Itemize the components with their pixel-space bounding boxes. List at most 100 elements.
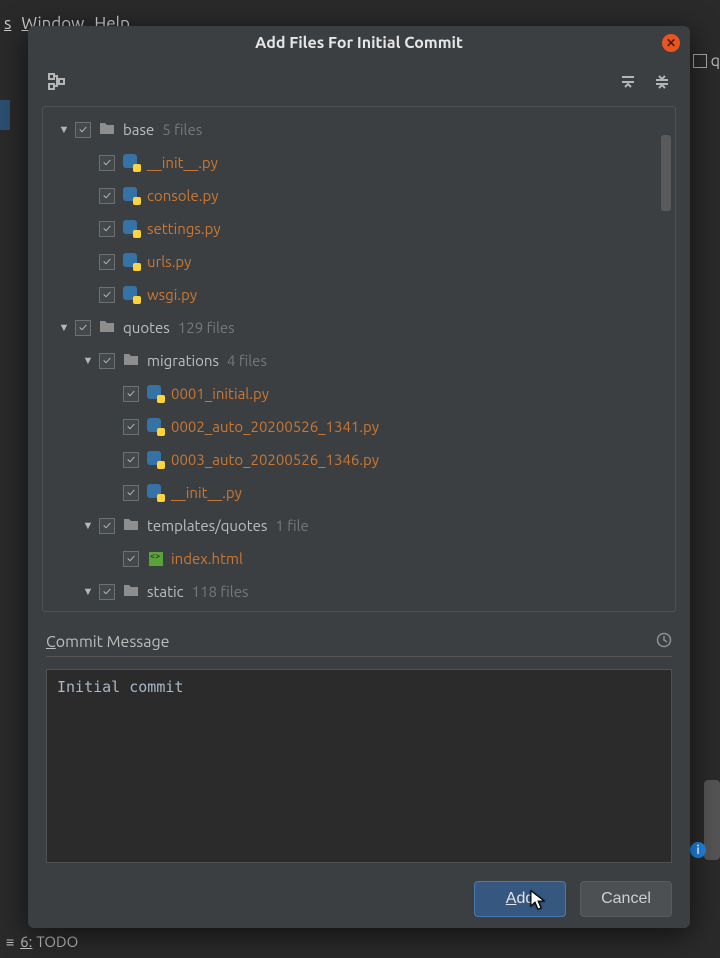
tree-item-label: wsgi.py [147, 286, 197, 303]
checkbox[interactable]: ✓ [75, 122, 91, 138]
tree-row[interactable]: ✓ console.py [43, 179, 675, 212]
tree-item-meta: 4 files [227, 352, 267, 369]
dialog-title-bar: Add Files For Initial Commit ✕ [28, 26, 690, 60]
html-file-icon [147, 550, 165, 568]
tree-item-label: static [147, 583, 184, 600]
tree-item-meta: 1 file [275, 517, 308, 534]
tree-row[interactable]: ▼ ✓ base 5 files [43, 113, 675, 146]
tree-item-label: urls.py [147, 253, 191, 270]
commit-message-input[interactable] [46, 669, 672, 863]
folder-icon [123, 352, 141, 369]
tree-item-label: console.py [147, 187, 218, 204]
checkbox[interactable]: ✓ [99, 155, 115, 171]
checkbox[interactable]: ✓ [99, 221, 115, 237]
dialog-button-row: Add Cancel [28, 863, 690, 917]
python-file-icon [147, 484, 165, 502]
python-file-icon [123, 154, 141, 172]
tree-row[interactable]: ▼ ✓ migrations 4 files [43, 344, 675, 377]
python-file-icon [147, 451, 165, 469]
add-button-mnemonic: A [506, 890, 517, 907]
tree-row[interactable]: ▼ ✓ templates/quotes 1 file [43, 509, 675, 542]
tree-item-label: 0003_auto_20200526_1346.py [171, 451, 379, 468]
close-icon: ✕ [666, 36, 676, 50]
add-button[interactable]: Add [474, 881, 566, 917]
tree-item-meta: 129 files [178, 319, 235, 336]
list-icon: ≡ [6, 934, 14, 950]
python-file-icon [123, 253, 141, 271]
checkbox[interactable]: ✓ [99, 584, 115, 600]
chevron-down-icon[interactable]: ▼ [57, 124, 71, 136]
folder-icon [99, 121, 117, 138]
square-icon [693, 54, 707, 68]
tree-row[interactable]: ▼✓static118 files [43, 575, 675, 608]
tree-row[interactable]: ▼ ✓ quotes 129 files [43, 311, 675, 344]
chevron-down-icon[interactable]: ▼ [81, 586, 95, 598]
group-by-directory-button[interactable] [48, 73, 66, 94]
commit-message-label-row: Commit Message [46, 632, 672, 657]
file-tree[interactable]: ▼ ✓ base 5 files ✓ __init__.py ✓ console.py ✓ set… [43, 107, 675, 612]
history-icon[interactable] [656, 632, 672, 652]
tree-row[interactable]: ✓ 0003_auto_20200526_1346.py [43, 443, 675, 476]
tree-row[interactable]: ✓ wsgi.py [43, 278, 675, 311]
python-file-icon [147, 418, 165, 436]
tree-item-label: 0002_auto_20200526_1341.py [171, 418, 379, 435]
tree-item-label: __init__.py [171, 484, 242, 501]
checkbox[interactable]: ✓ [99, 353, 115, 369]
collapse-icon [654, 74, 670, 90]
tree-row[interactable]: ✓ settings.py [43, 212, 675, 245]
tree-item-label: settings.py [147, 220, 221, 237]
checkbox[interactable]: ✓ [123, 485, 139, 501]
tree-item-label: migrations [147, 352, 219, 369]
folder-icon [99, 319, 117, 336]
checkbox[interactable]: ✓ [99, 287, 115, 303]
chevron-down-icon[interactable]: ▼ [81, 355, 95, 367]
collapse-all-button[interactable] [654, 74, 670, 93]
checkbox[interactable]: ✓ [123, 386, 139, 402]
file-tree-pane: ▼ ✓ base 5 files ✓ __init__.py ✓ console.py ✓ set… [42, 106, 676, 612]
checkbox[interactable]: ✓ [123, 551, 139, 567]
tree-item-label: templates/quotes [147, 517, 267, 534]
chevron-down-icon[interactable]: ▼ [57, 322, 71, 334]
tree-item-label: index.html [171, 550, 243, 567]
expand-icon [620, 74, 636, 90]
info-icon: i [690, 842, 706, 858]
tree-row[interactable]: ✓ urls.py [43, 245, 675, 278]
expand-all-button[interactable] [620, 74, 636, 93]
tree-item-label: base [123, 121, 154, 138]
tree-scrollbar-thumb[interactable] [661, 135, 671, 211]
tree-row[interactable]: ✓ __init__.py [43, 476, 675, 509]
folder-icon [123, 583, 141, 600]
cancel-button[interactable]: Cancel [580, 881, 672, 917]
background-selection-bar [0, 100, 10, 130]
close-button[interactable]: ✕ [662, 34, 680, 52]
checkbox[interactable]: ✓ [99, 518, 115, 534]
commit-message-label: Commit Message [46, 633, 170, 651]
checkbox[interactable]: ✓ [123, 419, 139, 435]
chevron-down-icon[interactable]: ▼ [81, 520, 95, 532]
checkbox[interactable]: ✓ [99, 254, 115, 270]
python-file-icon [123, 220, 141, 238]
status-label: TODO [36, 933, 78, 950]
tree-row[interactable]: ✓ 0001_initial.py [43, 377, 675, 410]
tree-item-label: quotes [123, 319, 170, 336]
add-files-dialog: Add Files For Initial Commit ✕ [28, 26, 690, 928]
checkbox[interactable]: ✓ [123, 452, 139, 468]
structure-icon [48, 73, 66, 91]
tree-row[interactable]: ✓ index.html [43, 542, 675, 575]
tree-item-meta: 5 files [162, 121, 202, 138]
checkbox[interactable]: ✓ [75, 320, 91, 336]
python-file-icon [147, 385, 165, 403]
background-status-bar[interactable]: ≡ 6: TODO [6, 933, 78, 950]
tree-item-label: __init__.py [147, 154, 218, 171]
folder-icon [123, 517, 141, 534]
status-prefix: 6: [20, 933, 32, 950]
tree-item-label: 0001_initial.py [171, 385, 269, 402]
python-file-icon [123, 187, 141, 205]
dialog-title: Add Files For Initial Commit [255, 34, 463, 52]
tree-row[interactable]: ✓ 0002_auto_20200526_1341.py [43, 410, 675, 443]
checkbox[interactable]: ✓ [99, 188, 115, 204]
tree-row[interactable]: ✓ __init__.py [43, 146, 675, 179]
background-right-tab: q [693, 52, 720, 70]
python-file-icon [123, 286, 141, 304]
background-scrollbar-thumb[interactable] [704, 780, 720, 860]
